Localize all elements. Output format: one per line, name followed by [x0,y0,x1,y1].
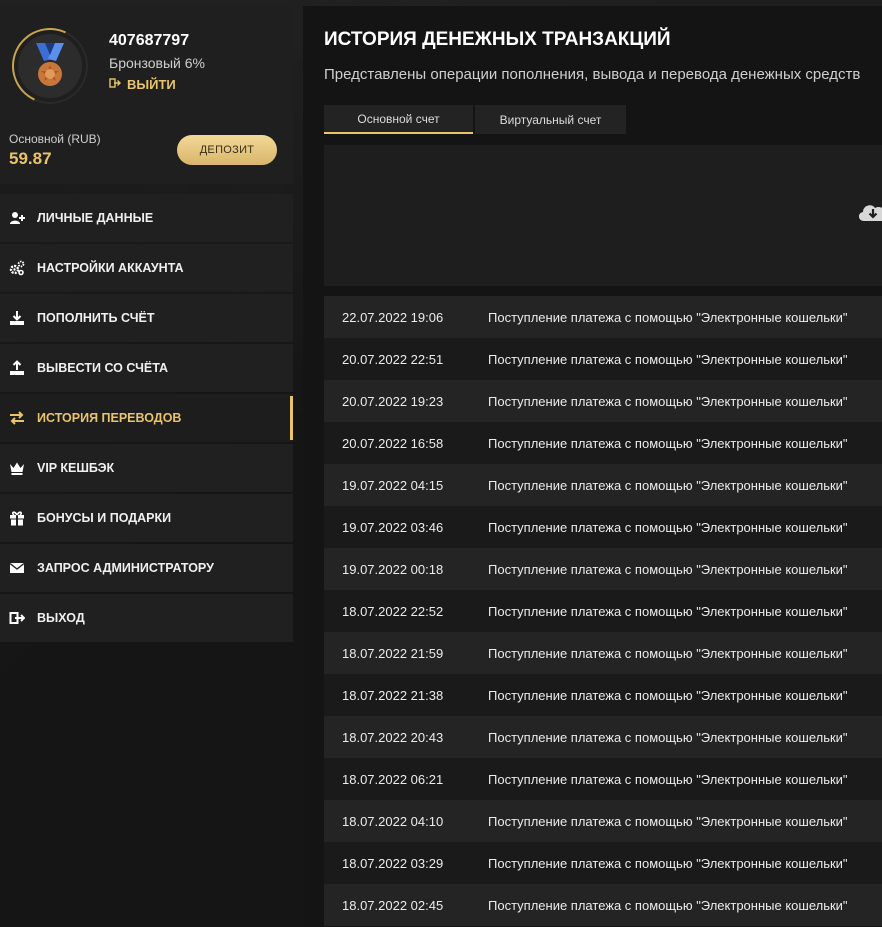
list-item[interactable]: 18.07.2022 02:45 Поступление платежа с по… [324,884,882,926]
transaction-description: Поступление платежа с помощью "Электронн… [488,561,848,577]
list-item[interactable]: 18.07.2022 20:43 Поступление платежа с по… [324,716,882,758]
transaction-description: Поступление платежа с помощью "Электронн… [488,309,848,325]
list-item[interactable]: 19.07.2022 04:15 Поступление платежа с по… [324,464,882,506]
transaction-description: Поступление платежа с помощью "Электронн… [488,393,848,409]
tab-virtual-account[interactable]: Виртуальный счет [475,105,626,134]
user-level: Бронзовый 6% [109,55,205,71]
list-item[interactable]: 18.07.2022 06:21 Поступление платежа с по… [324,758,882,800]
transaction-date: 19.07.2022 00:18 [342,561,444,577]
sign-out-icon [9,610,25,626]
transaction-description: Поступление платежа с помощью "Электронн… [488,729,848,745]
sidebar-item-account-settings[interactable]: НАСТРОЙКИ АККАУНТА [0,244,293,292]
transaction-date: 18.07.2022 06:21 [342,771,444,787]
page-title: ИСТОРИЯ ДЕНЕЖНЫХ ТРАНЗАКЦИЙ [324,29,671,50]
transaction-description: Поступление платежа с помощью "Электронн… [488,351,848,367]
sidebar-menu: ЛИЧНЫЕ ДАННЫЕ НАСТРОЙКИ АККАУНТА ПОПОЛНИ… [0,194,293,644]
list-item[interactable]: 18.07.2022 21:38 Поступление платежа с по… [324,674,882,716]
transaction-description: Поступление платежа с помощью "Электронн… [488,519,848,535]
user-id: 407687797 [109,32,190,49]
transaction-date: 18.07.2022 02:45 [342,897,444,913]
transaction-date: 20.07.2022 16:58 [342,435,444,451]
sidebar-item-label: ВЫХОД [37,611,85,625]
sidebar-item-label: ИСТОРИЯ ПЕРЕВОДОВ [37,411,182,425]
sidebar-item-vip-cashback[interactable]: VIP КЕШБЭК [0,444,293,492]
transaction-date: 19.07.2022 03:46 [342,519,444,535]
transaction-date: 18.07.2022 22:52 [342,603,444,619]
summary-panel [324,145,882,286]
transaction-description: Поступление платежа с помощью "Электронн… [488,687,848,703]
medal-icon [18,34,82,98]
logout-label: ВЫЙТИ [127,77,176,92]
avatar[interactable] [1,17,99,115]
cloud-download-icon[interactable] [856,201,882,223]
exchange-icon [9,410,25,426]
sidebar-item-admin-request[interactable]: ЗАПРОС АДМИНИСТРАТОРУ [0,544,293,592]
page-subtitle: Представлены операции пополнения, вывода… [324,66,861,83]
transaction-date: 20.07.2022 22:51 [342,351,444,367]
sidebar-item-bonuses[interactable]: БОНУСЫ И ПОДАРКИ [0,494,293,542]
transaction-description: Поступление платежа с помощью "Электронн… [488,477,848,493]
sidebar-item-label: НАСТРОЙКИ АККАУНТА [37,261,184,275]
transactions-list: 22.07.2022 19:06 Поступление платежа с по… [324,296,882,926]
sidebar-item-label: БОНУСЫ И ПОДАРКИ [37,511,172,525]
sidebar-item-transfer-history[interactable]: ИСТОРИЯ ПЕРЕВОДОВ [0,394,293,442]
transaction-description: Поступление платежа с помощью "Электронн… [488,435,848,451]
list-item[interactable]: 19.07.2022 00:18 Поступление платежа с по… [324,548,882,590]
sidebar-item-label: ЛИЧНЫЕ ДАННЫЕ [37,211,154,225]
transaction-description: Поступление платежа с помощью "Электронн… [488,855,848,871]
profile-card: 407687797 Бронзовый 6% ВЫЙТИ Основной (R… [0,6,293,184]
sidebar-item-label: ЗАПРОС АДМИНИСТРАТОРУ [37,561,214,575]
list-item[interactable]: 18.07.2022 03:29 Поступление платежа с по… [324,842,882,884]
list-item[interactable]: 22.07.2022 19:06 Поступление платежа с по… [324,296,882,338]
gift-icon [9,510,25,526]
transaction-date: 18.07.2022 03:29 [342,855,444,871]
transaction-description: Поступление платежа с помощью "Электронн… [488,771,848,787]
tab-main-account[interactable]: Основной счет [324,105,473,134]
sidebar-item-personal-data[interactable]: ЛИЧНЫЕ ДАННЫЕ [0,194,293,242]
download-icon [9,310,25,326]
logout-link[interactable]: ВЫЙТИ [109,77,176,92]
sidebar-item-deposit[interactable]: ПОПОЛНИТЬ СЧЁТ [0,294,293,342]
list-item[interactable]: 20.07.2022 22:51 Поступление платежа с по… [324,338,882,380]
main-content: ИСТОРИЯ ДЕНЕЖНЫХ ТРАНЗАКЦИЙ Представлены… [303,6,882,927]
transaction-date: 22.07.2022 19:06 [342,309,444,325]
list-item[interactable]: 18.07.2022 22:52 Поступление платежа с по… [324,590,882,632]
transaction-date: 19.07.2022 04:15 [342,477,444,493]
transaction-date: 18.07.2022 20:43 [342,729,444,745]
sidebar-item-label: VIP КЕШБЭК [37,461,115,475]
sidebar-item-label: ВЫВЕСТИ СО СЧЁТА [37,361,169,375]
list-item[interactable]: 19.07.2022 03:46 Поступление платежа с по… [324,506,882,548]
list-item[interactable]: 18.07.2022 04:10 Поступление платежа с по… [324,800,882,842]
transaction-date: 18.07.2022 21:59 [342,645,444,661]
balance-label: Основной (RUB) [9,132,101,146]
gears-icon [9,260,25,276]
crown-icon [9,460,25,476]
envelope-icon [9,560,25,576]
transaction-date: 20.07.2022 19:23 [342,393,444,409]
transaction-description: Поступление платежа с помощью "Электронн… [488,813,848,829]
sign-out-icon [109,77,121,92]
sidebar-item-withdraw[interactable]: ВЫВЕСТИ СО СЧЁТА [0,344,293,392]
transaction-description: Поступление платежа с помощью "Электронн… [488,603,848,619]
transaction-date: 18.07.2022 21:38 [342,687,444,703]
sidebar-item-label: ПОПОЛНИТЬ СЧЁТ [37,311,155,325]
list-item[interactable]: 20.07.2022 16:58 Поступление платежа с по… [324,422,882,464]
sidebar: 407687797 Бронзовый 6% ВЫЙТИ Основной (R… [0,6,293,642]
transaction-description: Поступление платежа с помощью "Электронн… [488,897,848,913]
deposit-button[interactable]: ДЕПОЗИТ [177,135,277,165]
transaction-description: Поступление платежа с помощью "Электронн… [488,645,848,661]
user-plus-icon [9,210,25,226]
transaction-date: 18.07.2022 04:10 [342,813,444,829]
balance-value: 59.87 [9,149,52,168]
list-item[interactable]: 18.07.2022 21:59 Поступление платежа с по… [324,632,882,674]
account-tabs: Основной счет Виртуальный счет [324,105,626,134]
list-item[interactable]: 20.07.2022 19:23 Поступление платежа с по… [324,380,882,422]
sidebar-item-exit[interactable]: ВЫХОД [0,594,293,642]
upload-icon [9,360,25,376]
